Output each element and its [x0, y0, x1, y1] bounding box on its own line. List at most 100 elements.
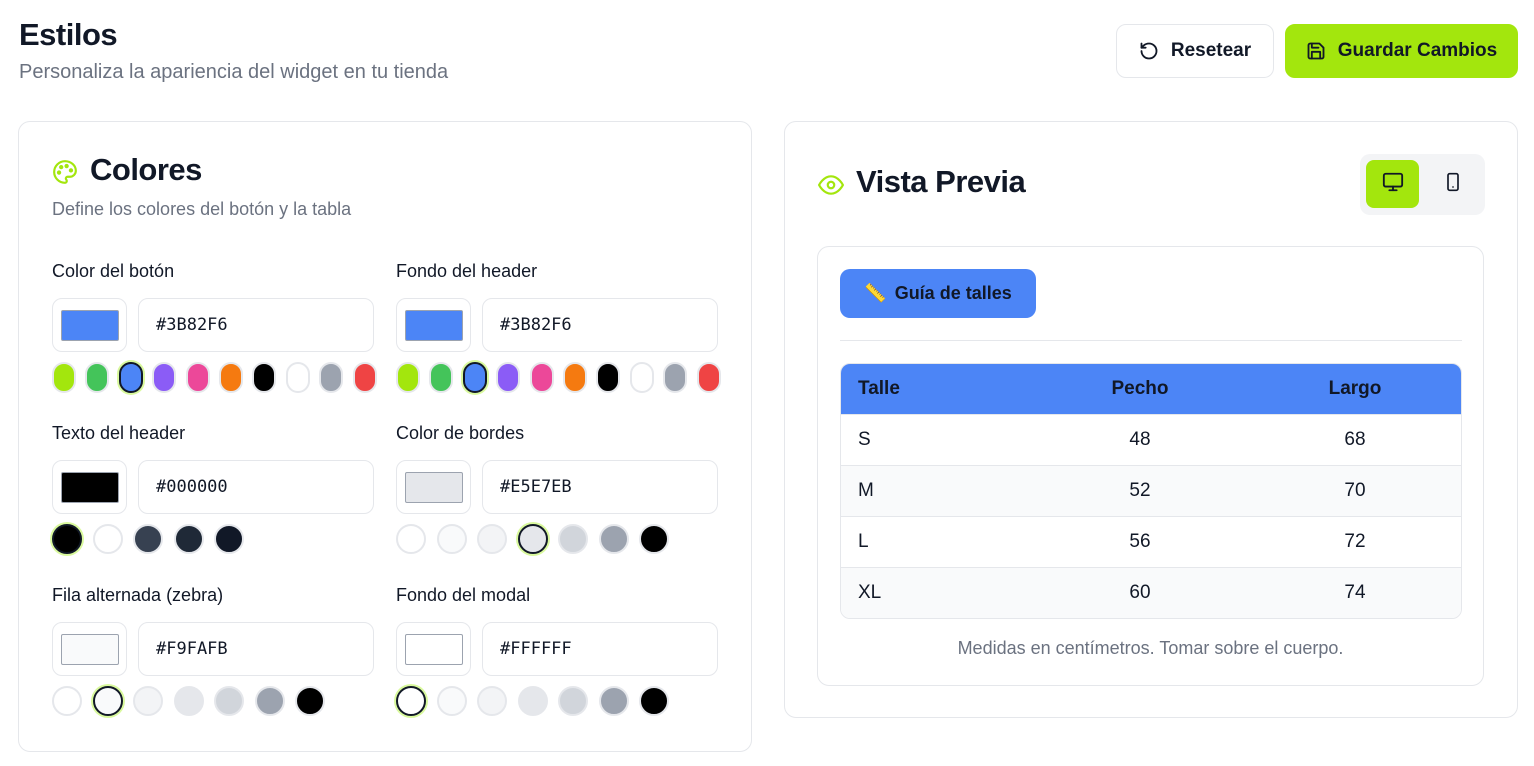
color-picker[interactable] — [396, 298, 471, 352]
color-picker[interactable] — [52, 460, 127, 514]
table-cell: 56 — [1129, 531, 1151, 552]
color-preset-swatch[interactable] — [174, 686, 204, 716]
hex-input[interactable]: #000000 — [138, 460, 374, 514]
color-picker[interactable] — [396, 460, 471, 514]
color-preset-swatch[interactable] — [558, 524, 588, 554]
color-picker[interactable] — [396, 622, 471, 676]
color-preset-swatch[interactable] — [85, 362, 109, 393]
table-cell: 60 — [1129, 582, 1151, 603]
color-preset-swatch[interactable] — [639, 686, 669, 716]
color-preset-swatch[interactable] — [437, 686, 467, 716]
save-button-label: Guardar Cambios — [1337, 40, 1498, 61]
color-preset-swatch[interactable] — [437, 524, 467, 554]
color-preset-swatch[interactable] — [219, 362, 243, 393]
device-toggle — [1360, 154, 1485, 215]
desktop-view-button[interactable] — [1366, 160, 1419, 208]
field-header-bg: Fondo del header #3B82F6 — [396, 261, 721, 393]
widget-preview: 📏 Guía de talles Talle Pecho Largo S 48 … — [817, 246, 1484, 686]
divider — [840, 340, 1462, 341]
table-cell: L — [858, 531, 869, 552]
color-preset-swatch[interactable] — [133, 524, 163, 554]
color-swatch — [405, 634, 463, 665]
color-preset-swatch[interactable] — [663, 362, 687, 393]
table-cell: 72 — [1344, 531, 1366, 552]
color-preset-swatch[interactable] — [133, 686, 163, 716]
mobile-view-button[interactable] — [1426, 160, 1479, 208]
hex-input[interactable]: #3B82F6 — [482, 298, 718, 352]
color-preset-swatch[interactable] — [214, 524, 244, 554]
table-row: XL 60 74 — [841, 567, 1461, 618]
field-label: Fondo del modal — [396, 585, 531, 605]
colors-card: Colores Define los colores del botón y l… — [18, 121, 752, 752]
color-preset-swatch[interactable] — [599, 686, 629, 716]
color-preset-swatch[interactable] — [353, 362, 377, 393]
column-header: Pecho — [1111, 378, 1169, 399]
table-row: L 56 72 — [841, 516, 1461, 567]
color-preset-swatch[interactable] — [186, 362, 210, 393]
column-header: Talle — [858, 378, 900, 399]
page-subtitle: Personaliza la apariencia del widget en … — [19, 61, 449, 83]
table-cell: 52 — [1129, 480, 1151, 501]
size-guide-button[interactable]: 📏 Guía de talles — [840, 269, 1036, 318]
table-cell: XL — [858, 582, 882, 603]
table-cell: 48 — [1129, 429, 1151, 450]
color-preset-swatch[interactable] — [252, 362, 276, 393]
palette-icon — [52, 159, 78, 190]
color-swatch — [405, 310, 463, 341]
color-preset-swatch[interactable] — [286, 362, 310, 393]
colors-title: Colores — [90, 152, 202, 187]
field-zebra-row: Fila alternada (zebra) #F9FAFB — [52, 585, 374, 716]
color-preset-swatch[interactable] — [558, 686, 588, 716]
hex-input[interactable]: #3B82F6 — [138, 298, 374, 352]
color-picker[interactable] — [52, 622, 127, 676]
hex-input[interactable]: #F9FAFB — [138, 622, 374, 676]
color-preset-swatch[interactable] — [697, 362, 721, 393]
reset-button[interactable]: Resetear — [1116, 24, 1274, 78]
color-preset-swatch[interactable] — [639, 524, 669, 554]
color-preset-swatch[interactable] — [396, 686, 426, 716]
color-preset-swatch[interactable] — [429, 362, 453, 393]
color-preset-swatch[interactable] — [518, 686, 548, 716]
field-modal-bg: Fondo del modal #FFFFFF — [396, 585, 718, 716]
color-preset-swatch[interactable] — [119, 362, 143, 393]
field-button-color: Color del botón #3B82F6 — [52, 261, 377, 393]
color-preset-swatch[interactable] — [396, 362, 420, 393]
table-cell: 74 — [1344, 582, 1366, 603]
hex-input[interactable]: #E5E7EB — [482, 460, 718, 514]
color-preset-swatch[interactable] — [530, 362, 554, 393]
table-cell: 68 — [1344, 429, 1366, 450]
color-preset-swatch[interactable] — [596, 362, 620, 393]
color-preset-swatch[interactable] — [477, 524, 507, 554]
color-preset-swatch[interactable] — [396, 524, 426, 554]
field-label: Texto del header — [52, 423, 186, 443]
field-label: Color del botón — [52, 261, 175, 281]
color-preset-swatch[interactable] — [152, 362, 176, 393]
color-preset-swatch[interactable] — [255, 686, 285, 716]
field-label: Fila alternada (zebra) — [52, 585, 224, 605]
color-preset-swatch[interactable] — [599, 524, 629, 554]
field-label: Color de bordes — [396, 423, 525, 443]
color-picker[interactable] — [52, 298, 127, 352]
save-button[interactable]: Guardar Cambios — [1285, 24, 1518, 78]
color-preset-swatch[interactable] — [496, 362, 520, 393]
color-preset-swatch[interactable] — [477, 686, 507, 716]
color-preset-swatch[interactable] — [52, 362, 76, 393]
color-preset-swatch[interactable] — [93, 524, 123, 554]
color-preset-swatch[interactable] — [52, 686, 82, 716]
measurement-note: Medidas en centímetros. Tomar sobre el c… — [957, 638, 1344, 658]
color-preset-swatch[interactable] — [214, 686, 244, 716]
color-preset-swatch[interactable] — [93, 686, 123, 716]
color-preset-swatch[interactable] — [319, 362, 343, 393]
monitor-icon — [1382, 171, 1404, 198]
color-preset-swatch[interactable] — [563, 362, 587, 393]
color-preset-swatch[interactable] — [295, 686, 325, 716]
color-preset-swatch[interactable] — [518, 524, 548, 554]
table-cell: M — [858, 480, 874, 501]
color-preset-swatch[interactable] — [630, 362, 654, 393]
hex-input[interactable]: #FFFFFF — [482, 622, 718, 676]
rotate-ccw-icon — [1139, 41, 1159, 61]
color-preset-swatch[interactable] — [463, 362, 487, 393]
color-preset-swatch[interactable] — [52, 524, 82, 554]
eye-icon — [818, 172, 844, 203]
color-preset-swatch[interactable] — [174, 524, 204, 554]
